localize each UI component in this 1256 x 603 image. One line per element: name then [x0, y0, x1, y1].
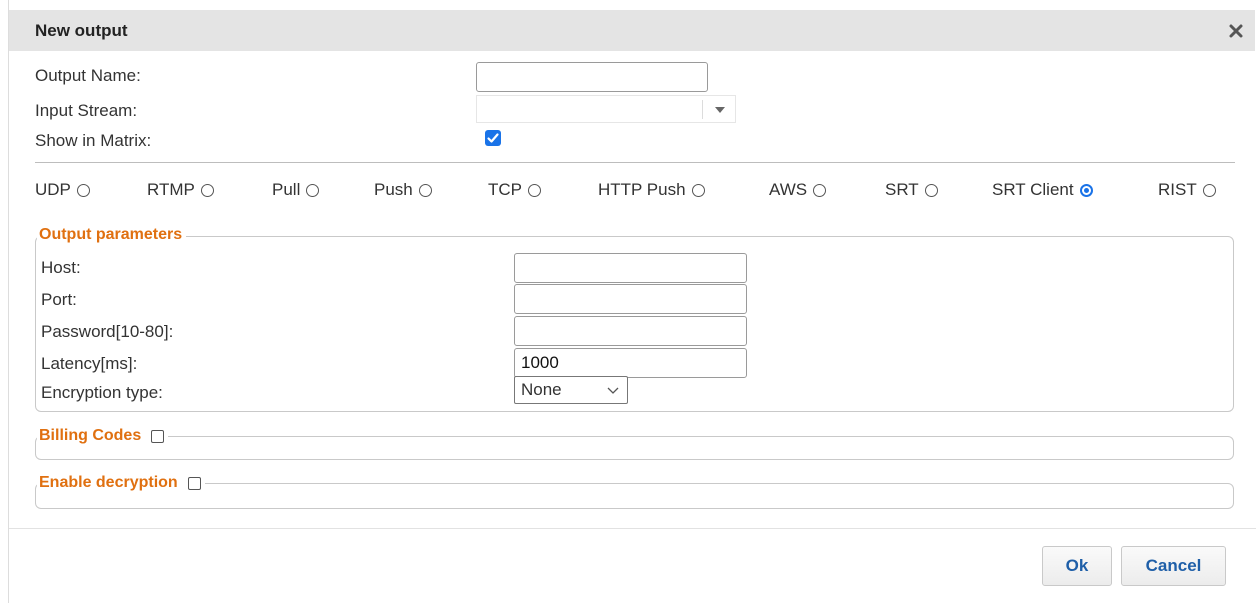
- billing-codes-title: Billing Codes: [39, 427, 142, 444]
- protocol-label: Push: [374, 180, 413, 199]
- radio-srt-client[interactable]: [1079, 183, 1093, 197]
- password-label: Password[10-80]:: [41, 322, 174, 341]
- new-output-dialog: New output Output Name: Input Stream: Sh…: [8, 0, 1256, 603]
- radio-rist[interactable]: [1202, 183, 1216, 197]
- port-label: Port:: [41, 290, 77, 309]
- input-stream-select[interactable]: [476, 95, 736, 123]
- dialog-titlebar: New output: [9, 10, 1255, 51]
- latency-input[interactable]: [514, 348, 747, 378]
- radio-push[interactable]: [418, 183, 432, 197]
- protocol-label: SRT: [885, 180, 919, 199]
- radio-srt[interactable]: [924, 183, 938, 197]
- radio-rtmp[interactable]: [200, 183, 214, 197]
- protocol-rtmp[interactable]: RTMP: [147, 180, 214, 200]
- protocol-label: HTTP Push: [598, 180, 686, 199]
- protocol-pull[interactable]: Pull: [272, 180, 320, 200]
- encryption-type-label: Encryption type:: [41, 383, 163, 402]
- cancel-button[interactable]: Cancel: [1121, 546, 1226, 586]
- caret-down-icon: [715, 107, 725, 113]
- enable-decryption-checkbox[interactable]: [187, 476, 201, 490]
- protocol-aws[interactable]: AWS: [769, 180, 827, 200]
- protocol-label: RIST: [1158, 180, 1197, 199]
- latency-label: Latency[ms]:: [41, 354, 138, 373]
- enable-decryption-legend: Enable decryption: [37, 474, 205, 492]
- protocol-label: UDP: [35, 180, 71, 199]
- checkmark-icon: [487, 133, 499, 143]
- close-icon[interactable]: [1225, 20, 1247, 42]
- show-in-matrix-checkbox[interactable]: [485, 130, 501, 146]
- select-separator: [702, 100, 703, 119]
- enable-decryption-title: Enable decryption: [39, 474, 178, 491]
- output-parameters-legend: Output parameters: [37, 226, 187, 244]
- protocol-push[interactable]: Push: [374, 180, 432, 200]
- protocol-srt[interactable]: SRT: [885, 180, 938, 200]
- billing-codes-legend: Billing Codes: [37, 427, 169, 445]
- ok-button[interactable]: Ok: [1042, 546, 1112, 586]
- protocol-label: AWS: [769, 180, 808, 199]
- protocol-label: SRT Client: [992, 180, 1074, 199]
- footer-divider: [9, 528, 1256, 529]
- chevron-down-icon: [607, 387, 619, 394]
- protocol-udp[interactable]: UDP: [35, 180, 90, 200]
- protocol-http-push[interactable]: HTTP Push: [598, 180, 705, 200]
- protocol-label: TCP: [488, 180, 522, 199]
- show-in-matrix-label: Show in Matrix:: [35, 131, 152, 150]
- host-label: Host:: [41, 258, 81, 277]
- protocol-tcp[interactable]: TCP: [488, 180, 541, 200]
- divider: [35, 162, 1235, 163]
- billing-codes-fieldset: [35, 436, 1234, 460]
- radio-tcp[interactable]: [528, 183, 541, 197]
- protocol-rist[interactable]: RIST: [1158, 180, 1216, 200]
- protocol-label: RTMP: [147, 180, 195, 199]
- dialog-title: New output: [35, 21, 128, 40]
- radio-http-push[interactable]: [691, 183, 705, 197]
- billing-codes-checkbox[interactable]: [151, 429, 165, 443]
- radio-udp[interactable]: [76, 183, 90, 197]
- port-input[interactable]: [514, 284, 747, 314]
- radio-pull[interactable]: [306, 183, 320, 197]
- input-stream-label: Input Stream:: [35, 101, 138, 120]
- host-input[interactable]: [514, 253, 747, 283]
- radio-aws[interactable]: [813, 183, 827, 197]
- encryption-type-value: None: [521, 380, 562, 399]
- output-parameters-title: Output parameters: [39, 226, 183, 243]
- output-name-label: Output Name:: [35, 66, 141, 85]
- protocol-label: Pull: [272, 180, 301, 199]
- output-name-input[interactable]: [476, 62, 708, 92]
- password-input[interactable]: [514, 316, 747, 346]
- enable-decryption-fieldset: [35, 483, 1234, 509]
- encryption-type-select[interactable]: None: [514, 376, 628, 404]
- protocol-srt-client[interactable]: SRT Client: [992, 180, 1093, 200]
